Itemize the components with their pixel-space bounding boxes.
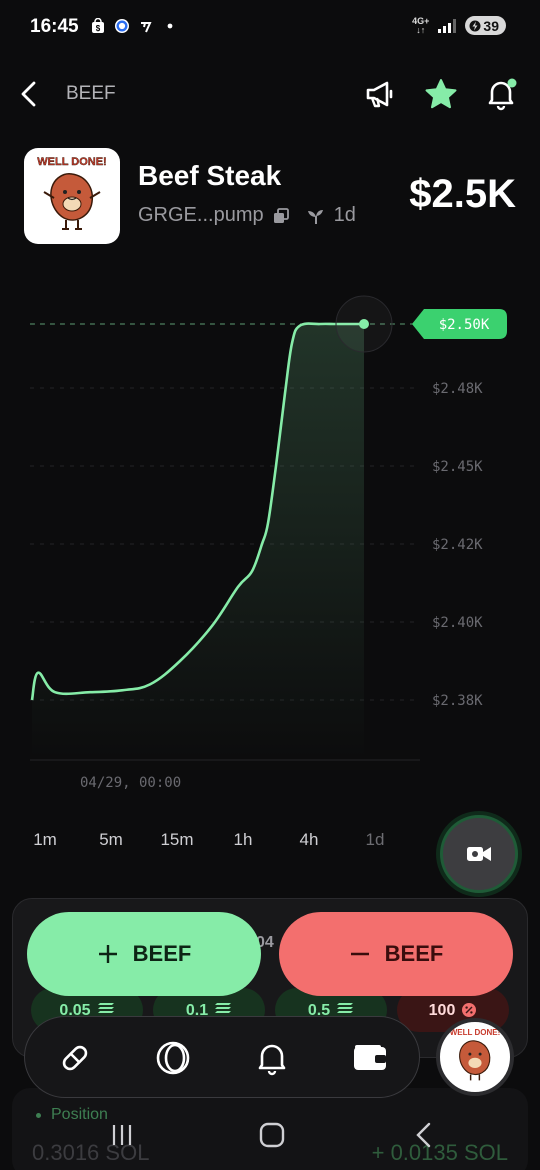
timeframe-selector: 1m 5m 15m 1h 4h 1d	[0, 830, 420, 860]
alerts-button[interactable]	[483, 76, 519, 112]
pill-icon	[62, 1045, 88, 1071]
shopping-bag-icon: $	[92, 18, 104, 33]
megaphone-button[interactable]	[362, 76, 398, 112]
battery-indicator: 39	[465, 16, 506, 35]
token-address: GRGE...pump	[138, 204, 264, 226]
price-chart-svg: $2.50K$2.48K$2.45K$2.42K$2.40K$2.38K $2.…	[30, 295, 507, 791]
plus-icon	[98, 945, 117, 963]
timeframe-1d[interactable]: 1d	[366, 830, 385, 850]
app-ring-icon	[115, 19, 129, 33]
star-icon	[425, 79, 457, 109]
back-arrow-icon[interactable]	[18, 80, 42, 108]
x-tick-label: 04/29, 00:00	[80, 775, 181, 791]
favorite-button[interactable]	[423, 76, 459, 112]
timeframe-15m[interactable]: 15m	[160, 830, 193, 850]
svg-text:WELL DONE!: WELL DONE!	[37, 156, 106, 168]
home-button[interactable]	[257, 1120, 287, 1150]
y-tick-label: $2.42K	[432, 537, 483, 553]
recents-icon	[112, 1125, 132, 1145]
header-ticker: BEEF	[66, 83, 116, 104]
system-back-button[interactable]	[409, 1120, 439, 1150]
timeframe-1m[interactable]: 1m	[33, 830, 57, 850]
charging-icon	[469, 20, 481, 31]
y-tick-label: $2.48K	[432, 381, 483, 397]
token-price: $2.5K	[409, 172, 516, 216]
current-point	[359, 319, 369, 329]
price-chart[interactable]: $2.50K$2.48K$2.45K$2.42K$2.40K$2.38K $2.…	[0, 260, 540, 820]
wallet-icon	[354, 1045, 386, 1070]
signal-icon	[438, 18, 457, 33]
app-glyph-icon	[141, 22, 152, 33]
y-tick-label: $2.38K	[432, 693, 483, 709]
svg-text:$2.50K: $2.50K	[439, 317, 490, 333]
status-time: 16:45	[30, 16, 79, 37]
minus-icon	[350, 952, 369, 956]
sprout-icon	[307, 209, 323, 224]
timeframe-1h[interactable]: 1h	[234, 830, 253, 850]
timeframe-5m[interactable]: 5m	[99, 830, 123, 850]
status-bar: 16:45 $ 4G+ ↓↑ 39	[0, 0, 540, 56]
y-tick-label: $2.45K	[432, 459, 483, 475]
bell-icon	[258, 1044, 286, 1076]
copy-icon[interactable]	[272, 207, 290, 225]
bottom-nav	[24, 1016, 420, 1098]
solana-icon	[97, 1003, 114, 1013]
user-avatar[interactable]: WELL DONE!	[436, 1018, 514, 1096]
percent-icon	[462, 1003, 477, 1017]
recent-apps-button[interactable]	[107, 1120, 137, 1150]
svg-text:WELL DONE!: WELL DONE!	[450, 1028, 501, 1037]
network-type: 4G+ ↓↑	[412, 15, 430, 35]
top-header: BEEF	[0, 70, 540, 118]
solana-icon	[337, 1003, 354, 1013]
nav-wallet[interactable]	[348, 1036, 392, 1080]
system-back-icon	[416, 1122, 431, 1148]
dot-icon	[167, 23, 173, 29]
video-camera-icon	[467, 847, 491, 861]
nav-pill[interactable]	[53, 1036, 97, 1080]
nav-notifications[interactable]	[250, 1036, 294, 1080]
nav-discover[interactable]	[151, 1036, 195, 1080]
token-age: 1d	[333, 204, 356, 226]
token-name: Beef Steak	[138, 160, 282, 191]
steak-avatar-image: WELL DONE!	[450, 1028, 501, 1081]
token-address-row: GRGE...pump 1d	[138, 204, 356, 227]
buy-button[interactable]: BEEF	[27, 912, 261, 996]
y-tick-label: $2.40K	[432, 615, 483, 631]
megaphone-icon	[366, 81, 393, 108]
ring-icon	[156, 1041, 190, 1075]
token-logo: WELL DONE!	[24, 148, 120, 244]
status-notification-icons: $	[90, 18, 178, 34]
timeframe-4h[interactable]: 4h	[300, 830, 319, 850]
price-area	[32, 323, 364, 760]
home-icon	[259, 1122, 285, 1148]
system-nav-bar	[0, 1100, 540, 1170]
sell-button[interactable]: BEEF	[279, 912, 513, 996]
bell-icon	[488, 78, 517, 111]
current-price-tag: $2.50K	[412, 309, 507, 339]
record-video-button[interactable]	[440, 815, 518, 893]
svg-text:$: $	[96, 24, 101, 33]
solana-icon	[215, 1003, 232, 1013]
steak-mascot-image: WELL DONE!	[37, 156, 107, 230]
